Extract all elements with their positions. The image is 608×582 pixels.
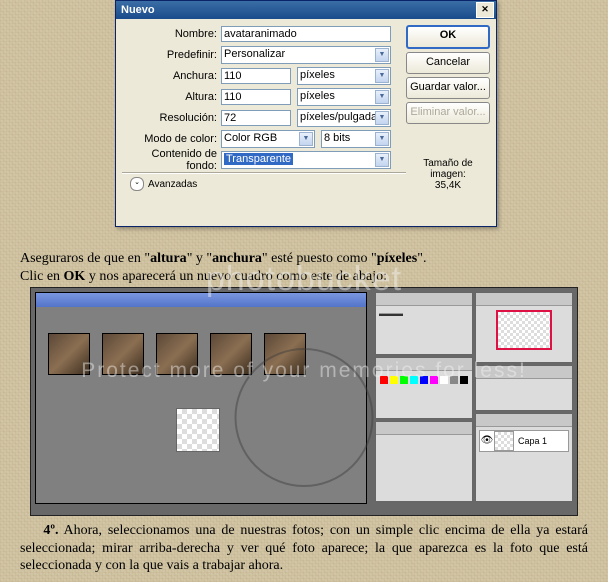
photo-thumb-3[interactable]	[156, 333, 198, 375]
new-transparent-canvas[interactable]	[176, 408, 220, 452]
anchura-input[interactable]	[221, 68, 291, 84]
label-predefinir: Predefinir:	[122, 49, 221, 61]
size-info: Tamaño de imagen: 35,4K	[406, 158, 490, 191]
eye-icon[interactable]: 👁	[480, 435, 494, 446]
panel-color	[375, 357, 473, 418]
photo-thumb-2[interactable]	[102, 333, 144, 375]
label-anchura: Anchura:	[122, 70, 221, 82]
anchura-unit-select[interactable]: píxeles	[297, 67, 391, 85]
fondo-select[interactable]: Transparente	[221, 151, 391, 169]
cancelar-button[interactable]: Cancelar	[406, 52, 490, 74]
modo-select[interactable]: Color RGB	[221, 130, 315, 148]
panel-styles: ▬▬▬	[375, 292, 473, 355]
panel-info	[475, 365, 573, 411]
dialog-titlebar: Nuevo ✕	[116, 1, 496, 19]
label-altura: Altura:	[122, 91, 221, 103]
ok-button[interactable]: OK	[406, 25, 490, 49]
guardar-valor-button[interactable]: Guardar valor...	[406, 77, 490, 99]
panel-layers: 👁 Capa 1	[475, 413, 573, 502]
eliminar-valor-button: Eliminar valor...	[406, 102, 490, 124]
navigator-thumb	[496, 310, 552, 350]
chevron-down-icon: ⌄	[130, 177, 144, 191]
resolucion-unit-select[interactable]: píxeles/pulgada	[297, 109, 391, 127]
layer-row[interactable]: 👁 Capa 1	[479, 430, 569, 452]
photo-thumb-1[interactable]	[48, 333, 90, 375]
label-fondo: Contenido de fondo:	[122, 148, 221, 172]
instruction-text-1: Aseguraros de que en "altura" y "anchura…	[20, 250, 588, 285]
photoshop-screenshot: ▬▬▬	[30, 287, 578, 516]
close-icon[interactable]: ✕	[476, 2, 494, 18]
panel-navigator	[475, 292, 573, 363]
avanzadas-toggle[interactable]: ⌄ Avanzadas	[130, 177, 406, 191]
label-modo: Modo de color:	[122, 133, 221, 145]
label-nombre: Nombre:	[122, 28, 221, 40]
panel-history	[375, 421, 473, 502]
document-window	[35, 292, 367, 504]
altura-unit-select[interactable]: píxeles	[297, 88, 391, 106]
new-document-dialog: Nuevo ✕ Nombre: Predefinir: Personalizar…	[115, 0, 497, 227]
photo-thumb-4[interactable]	[210, 333, 252, 375]
dialog-title: Nuevo	[121, 4, 155, 16]
layer-thumb	[494, 431, 514, 451]
label-resolucion: Resolución:	[122, 112, 221, 124]
altura-input[interactable]	[221, 89, 291, 105]
bits-select[interactable]: 8 bits	[321, 130, 391, 148]
resolucion-input[interactable]	[221, 110, 291, 126]
nombre-input[interactable]	[221, 26, 391, 42]
predefinir-select[interactable]: Personalizar	[221, 46, 391, 64]
instruction-text-2: 4º. Ahora, seleccionamos una de nuestras…	[20, 522, 588, 575]
photo-thumb-5[interactable]	[264, 333, 306, 375]
